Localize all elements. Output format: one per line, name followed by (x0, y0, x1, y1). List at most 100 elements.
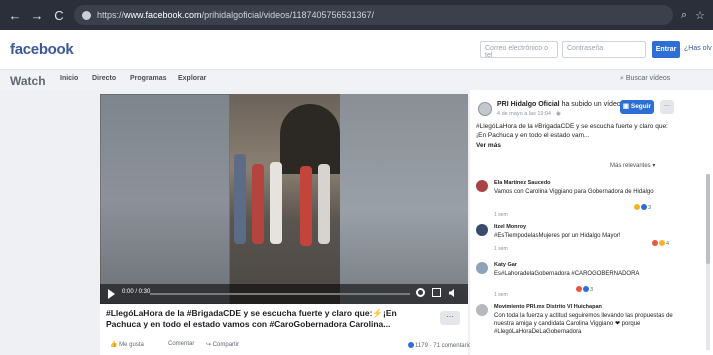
comment: Movimiento PRI.mx Distrito VI Huichapan … (476, 304, 701, 354)
volume-icon[interactable] (448, 288, 458, 298)
sort-filter[interactable]: Más relevantes ▾ (610, 162, 655, 169)
stats-text: 1179 · 71 comentarios (415, 343, 475, 349)
browser-toolbar: ← → C https://www.facebook.com/prihidalg… (0, 0, 713, 30)
back-icon[interactable]: ← (8, 8, 22, 23)
page-action: ha subido un vídeo. (561, 101, 623, 108)
forgot-password-link[interactable]: ¿Has olv (684, 45, 712, 52)
comment: Katy Gar Es#LahoradelaGobernadora #CAROG… (476, 262, 701, 298)
like-icon: 👍 (110, 342, 120, 348)
comment-button[interactable]: Comentar (168, 341, 194, 347)
comment-avatar[interactable] (476, 262, 488, 274)
comments-scrollbar[interactable] (706, 174, 710, 350)
progress-track[interactable] (150, 293, 410, 295)
watch-title[interactable]: Watch (10, 74, 46, 88)
page-avatar[interactable] (478, 102, 492, 116)
time-label: 0:00 / 0:30 (122, 289, 151, 295)
comment-reactions[interactable]: 3 (576, 286, 593, 293)
tab-explorar[interactable]: Explorar (178, 75, 206, 82)
like-reaction-icon (408, 342, 414, 348)
reaction-count: 3 (590, 287, 594, 293)
password-field[interactable]: Contraseña (562, 41, 646, 58)
url-text: https://www.facebook.com/prihidalgoficia… (97, 10, 375, 20)
search-label: Buscar vídeos (625, 75, 671, 82)
video-player[interactable]: 0:00 / 0:30 (100, 94, 468, 304)
follow-label: Seguir (630, 103, 652, 110)
comment-avatar[interactable] (476, 180, 488, 192)
person-shape (234, 154, 246, 244)
post-text: #LlegóLaHora de la #BrigadaCDE y se escu… (476, 123, 668, 139)
facebook-header: facebook Correo electrónico o tel Contra… (0, 30, 713, 70)
follow-icon: ▣ (622, 103, 631, 110)
video-blur-left (100, 94, 230, 304)
forward-icon[interactable]: → (30, 8, 44, 23)
follow-button[interactable]: ▣ Seguir (620, 100, 654, 114)
share-button[interactable]: ↪ Compartir (206, 341, 239, 348)
comment-text: #EsTiempodelasMujeres por un Hidalgo May… (494, 233, 621, 239)
video-blur-right (340, 94, 468, 304)
comment-reactions[interactable]: 3 (634, 204, 651, 211)
reaction-count: 4 (666, 241, 670, 247)
post-date: 4 de mayo a las 19:04 · ◉ (497, 111, 561, 117)
comment: Ela Martínez Saucedo Vamos con Carolina … (476, 180, 701, 220)
page-more-button[interactable]: ··· (660, 100, 674, 114)
page-name: PRI Hidalgo Oficial ha subido un vídeo. (497, 101, 623, 108)
comment-text: Es#LahoradelaGobernadora #CAROGOBERNADOR… (494, 271, 640, 277)
tab-inicio[interactable]: Inicio (60, 75, 78, 82)
post-date-text: 4 de mayo a las 19:04 · (497, 111, 557, 117)
settings-icon[interactable] (416, 288, 425, 297)
tab-programas[interactable]: Programas (130, 75, 167, 82)
fullscreen-icon[interactable] (432, 288, 441, 297)
person-shape (252, 164, 264, 244)
reaction-count: 3 (648, 205, 652, 211)
globe-icon: ◉ (556, 111, 561, 117)
video-actions: 👍 Me gusta Comentar ↪ Compartir 1179 · 7… (110, 341, 474, 353)
like-button[interactable]: 👍 Me gusta (110, 341, 144, 348)
star-icon[interactable]: ☆ (695, 9, 705, 22)
comment-text: Con toda la fuerza y actitud seguiremos … (494, 313, 673, 335)
comment-reactions[interactable]: 4 (652, 240, 669, 247)
comment-time[interactable]: 1 sem (494, 246, 508, 252)
video-title: #LlegóLaHora de la #BrigadaCDE y se escu… (106, 308, 397, 329)
scrollbar-thumb[interactable] (706, 174, 710, 264)
video-controls: 0:00 / 0:30 (100, 284, 468, 304)
share-icon: ↪ (206, 342, 213, 348)
love-reaction-icon (576, 286, 582, 292)
video-card: 0:00 / 0:30 #LlegóLaHora de la #BrigadaC… (100, 94, 474, 355)
comment-time[interactable]: 1 sem (494, 212, 508, 218)
comment: Itzel Monroy #EsTiempodelasMujeres por u… (476, 224, 701, 260)
video-more-button[interactable]: ··· (440, 311, 460, 325)
play-icon[interactable] (108, 289, 115, 299)
video-frame (230, 94, 340, 304)
site-info-icon[interactable] (82, 10, 91, 20)
comment-label: Comentar (168, 341, 195, 347)
comment-avatar[interactable] (476, 224, 488, 236)
search-videos[interactable]: ⌕ Buscar vídeos (620, 75, 670, 83)
page-name-link[interactable]: PRI Hidalgo Oficial (497, 101, 560, 108)
person-shape (270, 162, 282, 244)
tab-directo[interactable]: Directo (92, 75, 116, 82)
comment-author[interactable]: Katy Gar (494, 262, 517, 268)
watch-nav: Watch Inicio Directo Programas Explorar … (0, 70, 713, 90)
video-stats[interactable]: 1179 · 71 comentarios (408, 342, 474, 349)
facebook-logo[interactable]: facebook (10, 41, 74, 58)
zoom-icon[interactable]: ⌕ (681, 9, 687, 22)
comment-author[interactable]: Movimiento PRI.mx Distrito VI Huichapan (494, 304, 602, 310)
like-reaction-icon (583, 286, 589, 292)
email-field[interactable]: Correo electrónico o tel (480, 41, 558, 59)
screen: ← → C https://www.facebook.com/prihidalg… (0, 0, 713, 355)
main-content: 0:00 / 0:30 #LlegóLaHora de la #BrigadaC… (0, 90, 713, 355)
like-label: Me gusta (119, 342, 144, 348)
reload-icon[interactable]: C (52, 8, 66, 23)
comment-time[interactable]: 1 sem (494, 292, 508, 298)
comment-author[interactable]: Ela Martínez Saucedo (494, 180, 551, 186)
haha-reaction-icon (634, 204, 640, 210)
comment-author[interactable]: Itzel Monroy (494, 224, 526, 230)
comments-sidebar: PRI Hidalgo Oficial ha subido un vídeo. … (470, 90, 713, 355)
login-button[interactable]: Entrar (652, 41, 680, 58)
comment-avatar[interactable] (476, 304, 488, 316)
haha-reaction-icon (659, 240, 665, 246)
person-shape (318, 164, 330, 244)
see-more-link[interactable]: Ver más (476, 142, 501, 149)
address-bar[interactable]: https://www.facebook.com/prihidalgoficia… (74, 5, 673, 25)
share-label: Compartir (212, 342, 240, 348)
